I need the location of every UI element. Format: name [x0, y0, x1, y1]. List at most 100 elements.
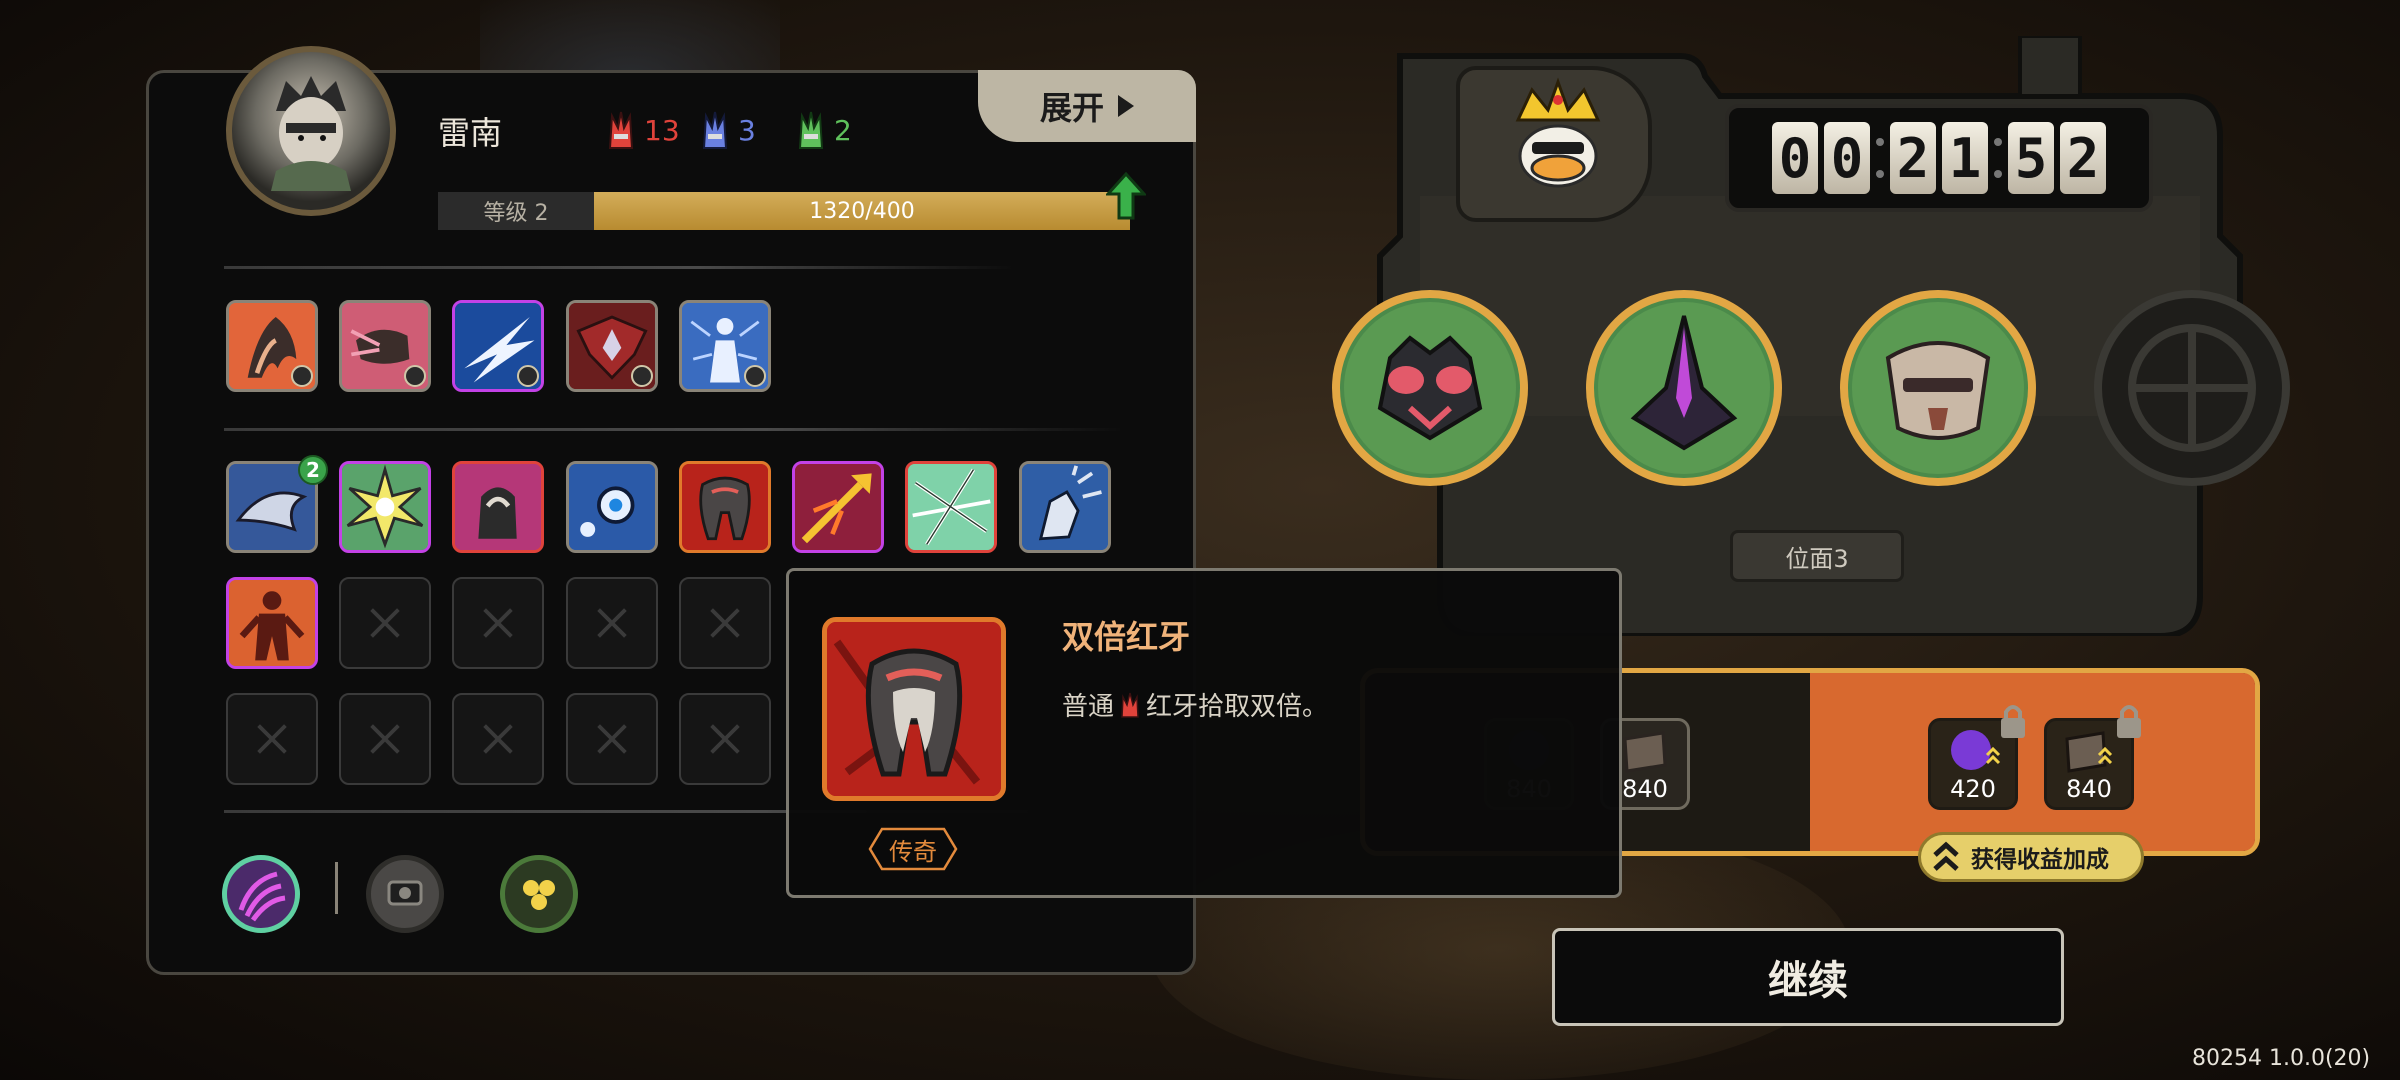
- eye-orb-icon: [569, 464, 655, 550]
- xp-text: 1320/400: [809, 198, 915, 224]
- passive-finger-snap[interactable]: [1019, 461, 1111, 553]
- empty-skill-slot[interactable]: [339, 693, 431, 785]
- tooltip-desc-suffix: 红牙拾取双倍。: [1146, 692, 1329, 722]
- reward-value: 840: [1622, 775, 1668, 803]
- divider: [224, 266, 1014, 269]
- empty-slot-x-icon: [370, 608, 400, 638]
- boss-slot-3[interactable]: [1840, 290, 2036, 486]
- empty-boss-slot-icon: [2128, 324, 2256, 452]
- green-horn-counter: 2: [796, 108, 852, 152]
- gear-chip-button[interactable]: [366, 855, 444, 933]
- timer-digit: 1: [1942, 122, 1988, 194]
- level-label: 等级 2: [438, 192, 594, 230]
- continue-button[interactable]: 继续: [1552, 928, 2064, 1026]
- skill-lightning-slash[interactable]: [452, 300, 544, 392]
- lock-icon: [2001, 705, 2025, 738]
- book-icon: [1623, 731, 1667, 773]
- rarity-label: 传奇: [889, 837, 937, 866]
- skill-glowing-figure[interactable]: [679, 300, 771, 392]
- blue-horn-counter: 3: [700, 108, 756, 152]
- empty-skill-slot[interactable]: [679, 693, 771, 785]
- frost-element-icon: [631, 365, 653, 387]
- rarity-badge: 传奇: [868, 827, 958, 871]
- purple-horn-boss-icon: [1598, 302, 1770, 474]
- tooltip-desc-prefix: 普通: [1062, 692, 1115, 722]
- empty-slot-x-icon: [370, 724, 400, 754]
- separator: [335, 862, 338, 914]
- book-icon: [2065, 731, 2113, 773]
- arcane-element-icon: [517, 365, 539, 387]
- timer-digit: 5: [2008, 122, 2054, 194]
- version-label: 80254 1.0.0(20): [2192, 1046, 2371, 1071]
- timer-digit: 0: [1772, 122, 1818, 194]
- passive-eye-orb[interactable]: [566, 461, 658, 553]
- empty-skill-slot[interactable]: [339, 577, 431, 669]
- avatar[interactable]: [226, 46, 396, 216]
- flaming-arrow-icon: [795, 464, 881, 550]
- burst-icon: [342, 464, 428, 550]
- spore-button[interactable]: [500, 855, 578, 933]
- purple-orb-icon: [1951, 730, 2001, 770]
- empty-slot-x-icon: [483, 608, 513, 638]
- bonus-label-pill[interactable]: 获得收益加成: [1918, 832, 2144, 882]
- bonus-reward-value: 840: [2066, 775, 2112, 803]
- passive-shatter[interactable]: [905, 461, 997, 553]
- passive-flaming-arrow[interactable]: [792, 461, 884, 553]
- pink-bug-boss-icon: [1344, 302, 1516, 474]
- purple-claw-icon: [238, 871, 286, 922]
- skill-fire-claw[interactable]: [226, 300, 318, 392]
- lock-icon: [2117, 705, 2141, 738]
- armored-mask-boss-icon: [1852, 302, 2024, 474]
- passive-count-badge: 2: [298, 455, 328, 485]
- empty-slot-x-icon: [597, 724, 627, 754]
- boss-slot-2[interactable]: [1586, 290, 1782, 486]
- empty-slot-x-icon: [597, 608, 627, 638]
- fire-element-icon: [291, 365, 313, 387]
- empty-slot-x-icon: [710, 724, 740, 754]
- expand-button[interactable]: 展开: [978, 70, 1196, 142]
- empty-skill-slot[interactable]: [452, 577, 544, 669]
- shield-element-icon: [744, 365, 766, 387]
- timer-colon: [1994, 138, 2002, 178]
- shatter-icon: [908, 464, 994, 550]
- green-horn-count: 2: [834, 113, 852, 147]
- empty-skill-slot[interactable]: [679, 577, 771, 669]
- player-name: 雷南: [438, 114, 503, 152]
- passive-red-fang[interactable]: [679, 461, 771, 553]
- boss-slot-1[interactable]: [1332, 290, 1528, 486]
- bonus-reward-value: 420: [1950, 775, 1996, 803]
- passive-fist-grip[interactable]: [452, 461, 544, 553]
- blue-horn-icon: [702, 111, 728, 149]
- tooltip-skill-icon: [822, 617, 1006, 801]
- tooltip-description: 普通 红牙拾取双倍。: [1062, 686, 1328, 723]
- passive-red-demon[interactable]: [226, 577, 318, 669]
- empty-skill-slot[interactable]: [566, 577, 658, 669]
- passive-burst[interactable]: [339, 461, 431, 553]
- empty-skill-slot[interactable]: [226, 693, 318, 785]
- empty-slot-x-icon: [483, 724, 513, 754]
- bonus-label: 获得收益加成: [1971, 847, 2109, 873]
- skill-pink-fist[interactable]: [339, 300, 431, 392]
- king-emblem: [1456, 66, 1652, 222]
- red-horn-count: 13: [644, 113, 680, 147]
- spore-icon: [523, 880, 555, 910]
- level-up-arrow-icon[interactable]: [1106, 172, 1146, 220]
- purple-claw-button[interactable]: [222, 855, 300, 933]
- divider: [224, 428, 1124, 431]
- red-horn-icon: [1121, 692, 1139, 718]
- red-horn-icon: [608, 111, 634, 149]
- empty-slot-x-icon: [257, 724, 287, 754]
- boss-slot-4: [2094, 290, 2290, 486]
- red-demon-icon: [229, 580, 315, 666]
- empty-skill-slot[interactable]: [566, 693, 658, 785]
- countdown-timer: 0 0 2 1 5 2: [1725, 104, 2153, 212]
- speed-element-icon: [404, 365, 426, 387]
- finger-snap-icon: [1022, 464, 1108, 550]
- fist-grip-icon: [455, 464, 541, 550]
- empty-skill-slot[interactable]: [452, 693, 544, 785]
- red-fang-icon: [682, 464, 768, 550]
- skill-crimson-shield[interactable]: [566, 300, 658, 392]
- bonus-reward-area: [1810, 673, 2255, 851]
- blue-horn-count: 3: [738, 113, 756, 147]
- timer-digit: 2: [1890, 122, 1936, 194]
